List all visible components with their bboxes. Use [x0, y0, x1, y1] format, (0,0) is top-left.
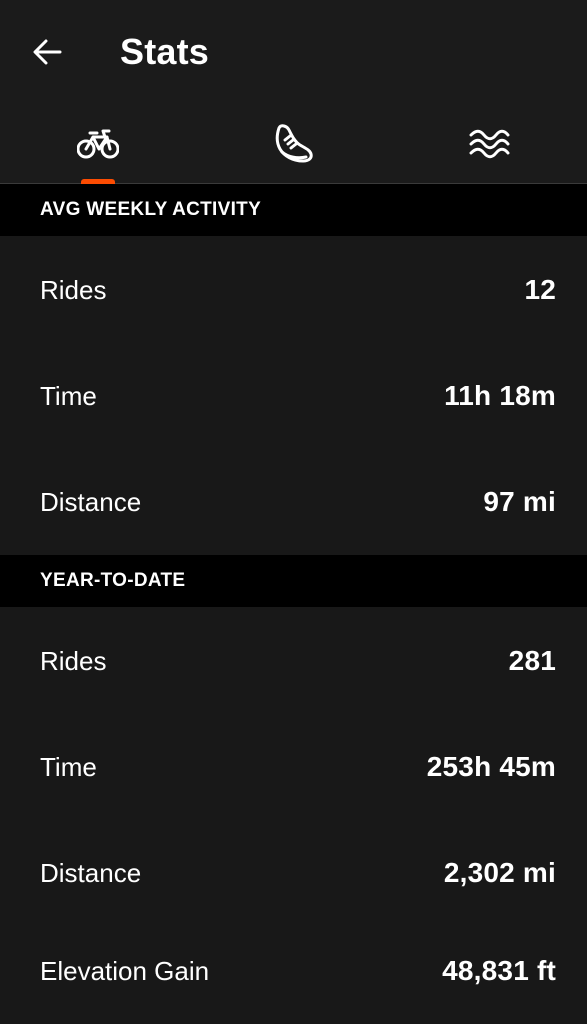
stat-label: Elevation Gain — [40, 955, 210, 986]
water-waves-icon — [469, 129, 510, 158]
sport-tabs — [0, 104, 587, 184]
stat-label: Distance — [40, 486, 142, 517]
stat-label: Rides — [40, 274, 107, 305]
bicycle-icon — [76, 129, 119, 158]
tab-ride[interactable] — [0, 104, 196, 184]
stat-label: Time — [40, 380, 97, 411]
stat-value: 2,302 mi — [443, 857, 556, 888]
weekly-time-row: Time 11h 18m — [0, 343, 587, 449]
tab-run[interactable] — [196, 104, 392, 183]
section-header-ytd: YEAR-TO-DATE — [0, 555, 587, 607]
stat-value: 281 — [508, 645, 556, 676]
ytd-rides-row: Rides 281 — [0, 608, 587, 714]
ytd-elevation-row: Elevation Gain 48,831 ft — [0, 918, 587, 1024]
stat-value: 48,831 ft — [442, 955, 556, 986]
weekly-distance-row: Distance 97 mi — [0, 449, 587, 555]
arrow-left-icon — [33, 39, 62, 65]
stat-value: 12 — [524, 274, 556, 305]
ytd-time-row: Time 253h 45m — [0, 714, 587, 820]
back-button[interactable] — [24, 30, 70, 74]
tab-swim[interactable] — [391, 104, 587, 183]
page-title: Stats — [120, 31, 210, 72]
stat-label: Time — [40, 751, 97, 782]
weekly-rides-row: Rides 12 — [0, 237, 587, 343]
stat-value: 11h 18m — [444, 380, 556, 411]
ytd-distance-row: Distance 2,302 mi — [0, 820, 587, 926]
stat-value: 253h 45m — [426, 751, 556, 782]
shoe-icon — [275, 123, 313, 162]
stat-label: Rides — [40, 645, 107, 676]
app-bar: Stats — [0, 0, 587, 104]
section-header-weekly: AVG WEEKLY ACTIVITY — [0, 184, 587, 236]
stat-label: Distance — [40, 857, 142, 888]
stat-value: 97 mi — [483, 486, 556, 517]
